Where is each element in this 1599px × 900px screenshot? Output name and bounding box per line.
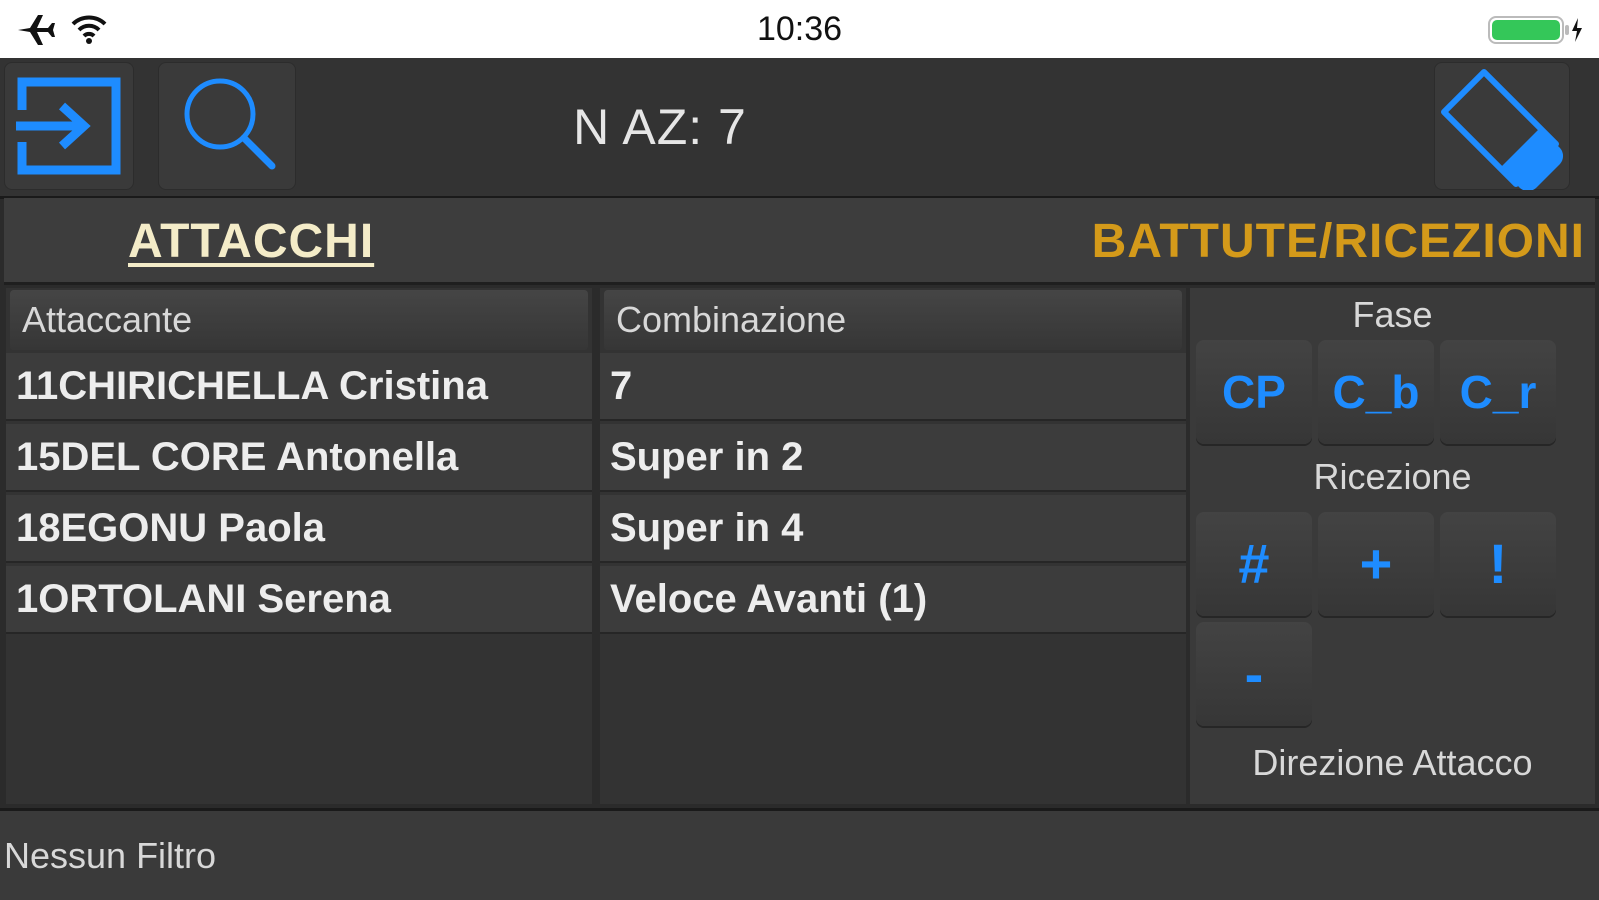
combinazione-row[interactable]: Super in 4 — [600, 495, 1186, 563]
filter-status-bar: Nessun Filtro — [0, 808, 1599, 900]
page-title: N AZ: 7 — [573, 99, 747, 155]
section-tabs: ATTACCHI BATTUTE/RICEZIONI — [4, 198, 1595, 285]
status-bar: 10:36 — [0, 0, 1599, 58]
combinazione-column[interactable]: Combinazione 7 Super in 2 Super in 4 Vel… — [600, 288, 1186, 804]
attaccante-row[interactable]: 15DEL CORE Antonella — [6, 424, 592, 492]
filter-status-text: Nessun Filtro — [4, 835, 217, 876]
login-icon — [16, 74, 122, 183]
top-toolbar: N AZ: 7 — [0, 58, 1599, 199]
filter-panel: Fase CP C_b C_r Ricezione # + ! - Direzi… — [1190, 288, 1595, 804]
ricezione-button-exclamation[interactable]: ! — [1440, 512, 1556, 616]
eraser-icon — [1438, 66, 1568, 195]
column-header-attaccante: Attaccante — [10, 290, 588, 350]
column-header-combinazione: Combinazione — [604, 290, 1182, 350]
ricezione-button-perfect[interactable]: # — [1196, 512, 1312, 616]
search-button[interactable] — [158, 62, 296, 190]
ricezione-label: Ricezione — [1313, 456, 1472, 497]
fase-button-c-b[interactable]: C_b — [1318, 340, 1434, 444]
combinazione-row[interactable]: 7 — [600, 353, 1186, 421]
tab-battute-ricezioni[interactable]: BATTUTE/RICEZIONI — [1092, 214, 1585, 269]
ricezione-button-positive[interactable]: + — [1318, 512, 1434, 616]
battery-charging-icon — [1488, 15, 1584, 50]
fase-label: Fase — [1352, 294, 1433, 335]
fase-button-cp[interactable]: CP — [1196, 340, 1312, 444]
tab-attacchi[interactable]: ATTACCHI — [128, 214, 374, 269]
attaccante-column[interactable]: Attaccante 11CHIRICHELLA Cristina 15DEL … — [6, 288, 592, 804]
status-time: 10:36 — [756, 10, 843, 48]
attaccante-row[interactable]: 11CHIRICHELLA Cristina — [6, 353, 592, 421]
attaccante-row[interactable]: 18EGONU Paola — [6, 495, 592, 563]
eraser-button[interactable] — [1434, 62, 1570, 192]
fase-button-c-r[interactable]: C_r — [1440, 340, 1556, 444]
login-button[interactable] — [4, 62, 134, 190]
search-icon — [180, 74, 280, 179]
combinazione-row[interactable]: Veloce Avanti (1) — [600, 566, 1186, 634]
direzione-attacco-label: Direzione Attacco — [1252, 742, 1533, 783]
attaccante-row[interactable]: 1ORTOLANI Serena — [6, 566, 592, 634]
ricezione-button-negative[interactable]: - — [1196, 622, 1312, 726]
combinazione-row[interactable]: Super in 2 — [600, 424, 1186, 492]
app-screen: 10:36 N AZ: 7 ATTACCHI BATTUTE/RICEZIONI… — [0, 0, 1599, 900]
